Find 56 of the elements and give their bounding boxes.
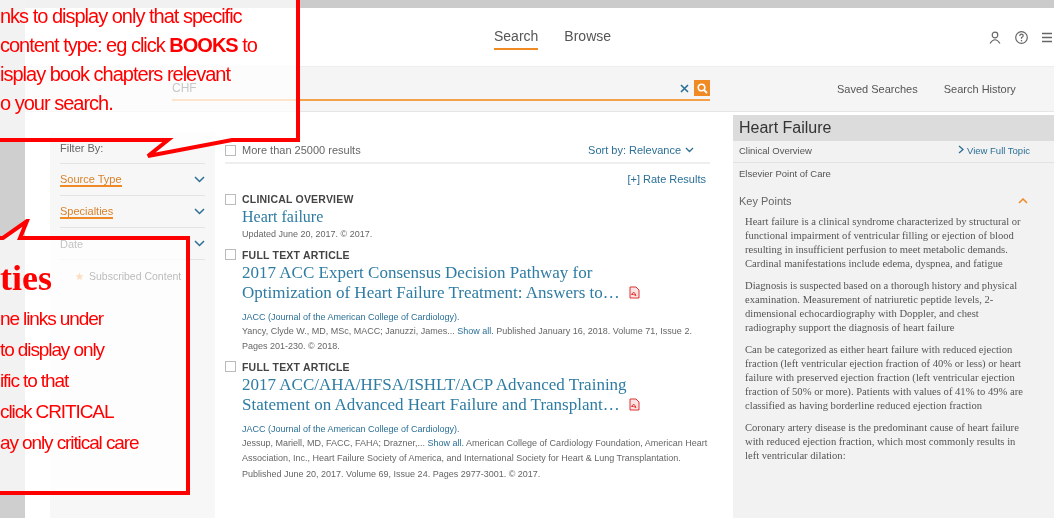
result-citation: Yancy, Clyde W., MD, MSc, MACC; Januzzi, James... Show all. Published January 16, 2018. Volume 71, Issue 2. Pages 201-230. © 2018. (242, 324, 693, 353)
callout-text-line: ne links under (0, 306, 103, 331)
pdf-icon[interactable] (627, 397, 640, 411)
result-type: CLINICAL OVERVIEW (242, 193, 354, 205)
section-heading: Key Points (739, 195, 792, 207)
callout-text-line: content type: eg click BOOKS to (0, 32, 257, 57)
callout-text-line: ay only critical care (0, 430, 139, 455)
result-type: FULL TEXT ARTICLE (242, 248, 350, 261)
nav-tab[interactable]: Browse (564, 24, 612, 50)
rate-results-link[interactable]: [+] Rate Results (627, 173, 706, 185)
nav-tab[interactable]: Search (494, 24, 539, 50)
search-link[interactable]: Search History (943, 83, 1016, 95)
checkbox[interactable] (225, 249, 236, 260)
user-icon[interactable] (989, 30, 1001, 44)
chevron-right-icon (958, 145, 965, 154)
result-title-link[interactable]: 2017 ACC Expert Consensus Decision Pathway for Optimization of Heart Failure Treatment: Answers to… (242, 262, 662, 303)
callout-text-line: ific to that (0, 368, 69, 393)
checkbox[interactable] (225, 361, 236, 372)
journal-link[interactable]: JACC (Journal of the American College of Cardiology). (242, 309, 710, 324)
result-citation: Jessup, Mariell, MD, FACC, FAHA; Drazner,... Show all. American College of Cardiology Foundation, American Heart Association, Inc., Heart Failure Society of America, and International Society for Heart & Lung Transplantation. Published June 20, 2017. Volume 69, Issue 24. Pages 2977-3001. © 2017. (242, 436, 709, 481)
key-point-text: Heart failure is a clinical syndrome characterized by structural or functional impairment of ventricular filling or ejection of blood resulting in insufficient perfusion to meet metabolic demands. Cardinal manifestations include edema, dyspnea, and fatigue (745, 215, 1022, 271)
show-all-link[interactable]: Show all. (427, 437, 465, 448)
show-all-link[interactable]: Show all. (457, 325, 494, 336)
chevron-down-icon[interactable] (194, 240, 205, 247)
callout-text-line: click CRITICAL (0, 399, 114, 424)
topic-subtitle: Clinical Overview (739, 145, 812, 158)
checkbox[interactable] (225, 193, 236, 205)
filter-heading: Filter By: (60, 141, 104, 154)
key-point-text: Coronary artery disease is the predominant cause of heart failure with reduced ejection fraction, which most commonly results in left ventricular dilation: (745, 421, 1020, 463)
callout-text-line: o your search. (0, 90, 113, 115)
callout-text-line: to display only (0, 337, 104, 362)
topic-source: Elsevier Point of Care (738, 167, 832, 179)
chevron-down-icon[interactable] (194, 176, 205, 183)
sort-dropdown[interactable]: Sort by: Relevance (588, 144, 694, 156)
pdf-icon[interactable] (627, 285, 640, 299)
chevron-down-icon (685, 147, 694, 153)
result-type: FULL TEXT ARTICLE (242, 360, 350, 373)
key-point-text: Can be categorized as either heart failure with reduced ejection fraction (left ventricular ejection fraction of 40% or less) or heart failure with preserved ejection fraction (left ventricular ejection fraction of 50% or more). Patients with values of 41% to 49% are classified as having borderline reduced ejection fraction (745, 343, 1024, 413)
callout-heading: ties (0, 260, 52, 296)
view-full-topic-link[interactable]: View Full Topic (958, 145, 1030, 162)
key-point-text: Diagnosis is suspected based on a thorough history and physical examination. Measurement of natriuretic peptide levels, 2-dimensional echocardiography with Doppler, and chest radiography support the diagnosis of heart failure (745, 279, 1019, 335)
checkbox[interactable] (225, 144, 236, 156)
chevron-down-icon[interactable] (194, 208, 205, 215)
menu-icon[interactable] (1042, 31, 1052, 43)
help-icon[interactable] (1015, 30, 1028, 44)
subscribed-label: Subscribed Content (89, 270, 182, 282)
close-icon[interactable] (680, 83, 689, 93)
topic-title: Heart Failure (733, 115, 1054, 141)
search-button[interactable] (694, 80, 710, 96)
search-link[interactable]: Saved Searches (837, 83, 918, 95)
result-count: More than 25000 results (242, 144, 362, 156)
callout-text-line: nks to display only that specific (0, 3, 242, 28)
result-title-link[interactable]: 2017 ACC/AHA/HFSA/ISHLT/ACP Advanced Training Statement on Advanced Heart Failure and Transplant… (242, 374, 662, 415)
result-date: Updated June 20, 2017. © 2017. (242, 228, 374, 241)
result-title-link[interactable]: Heart failure (242, 207, 642, 227)
journal-link[interactable]: JACC (Journal of the American College of Cardiology). (242, 421, 710, 436)
